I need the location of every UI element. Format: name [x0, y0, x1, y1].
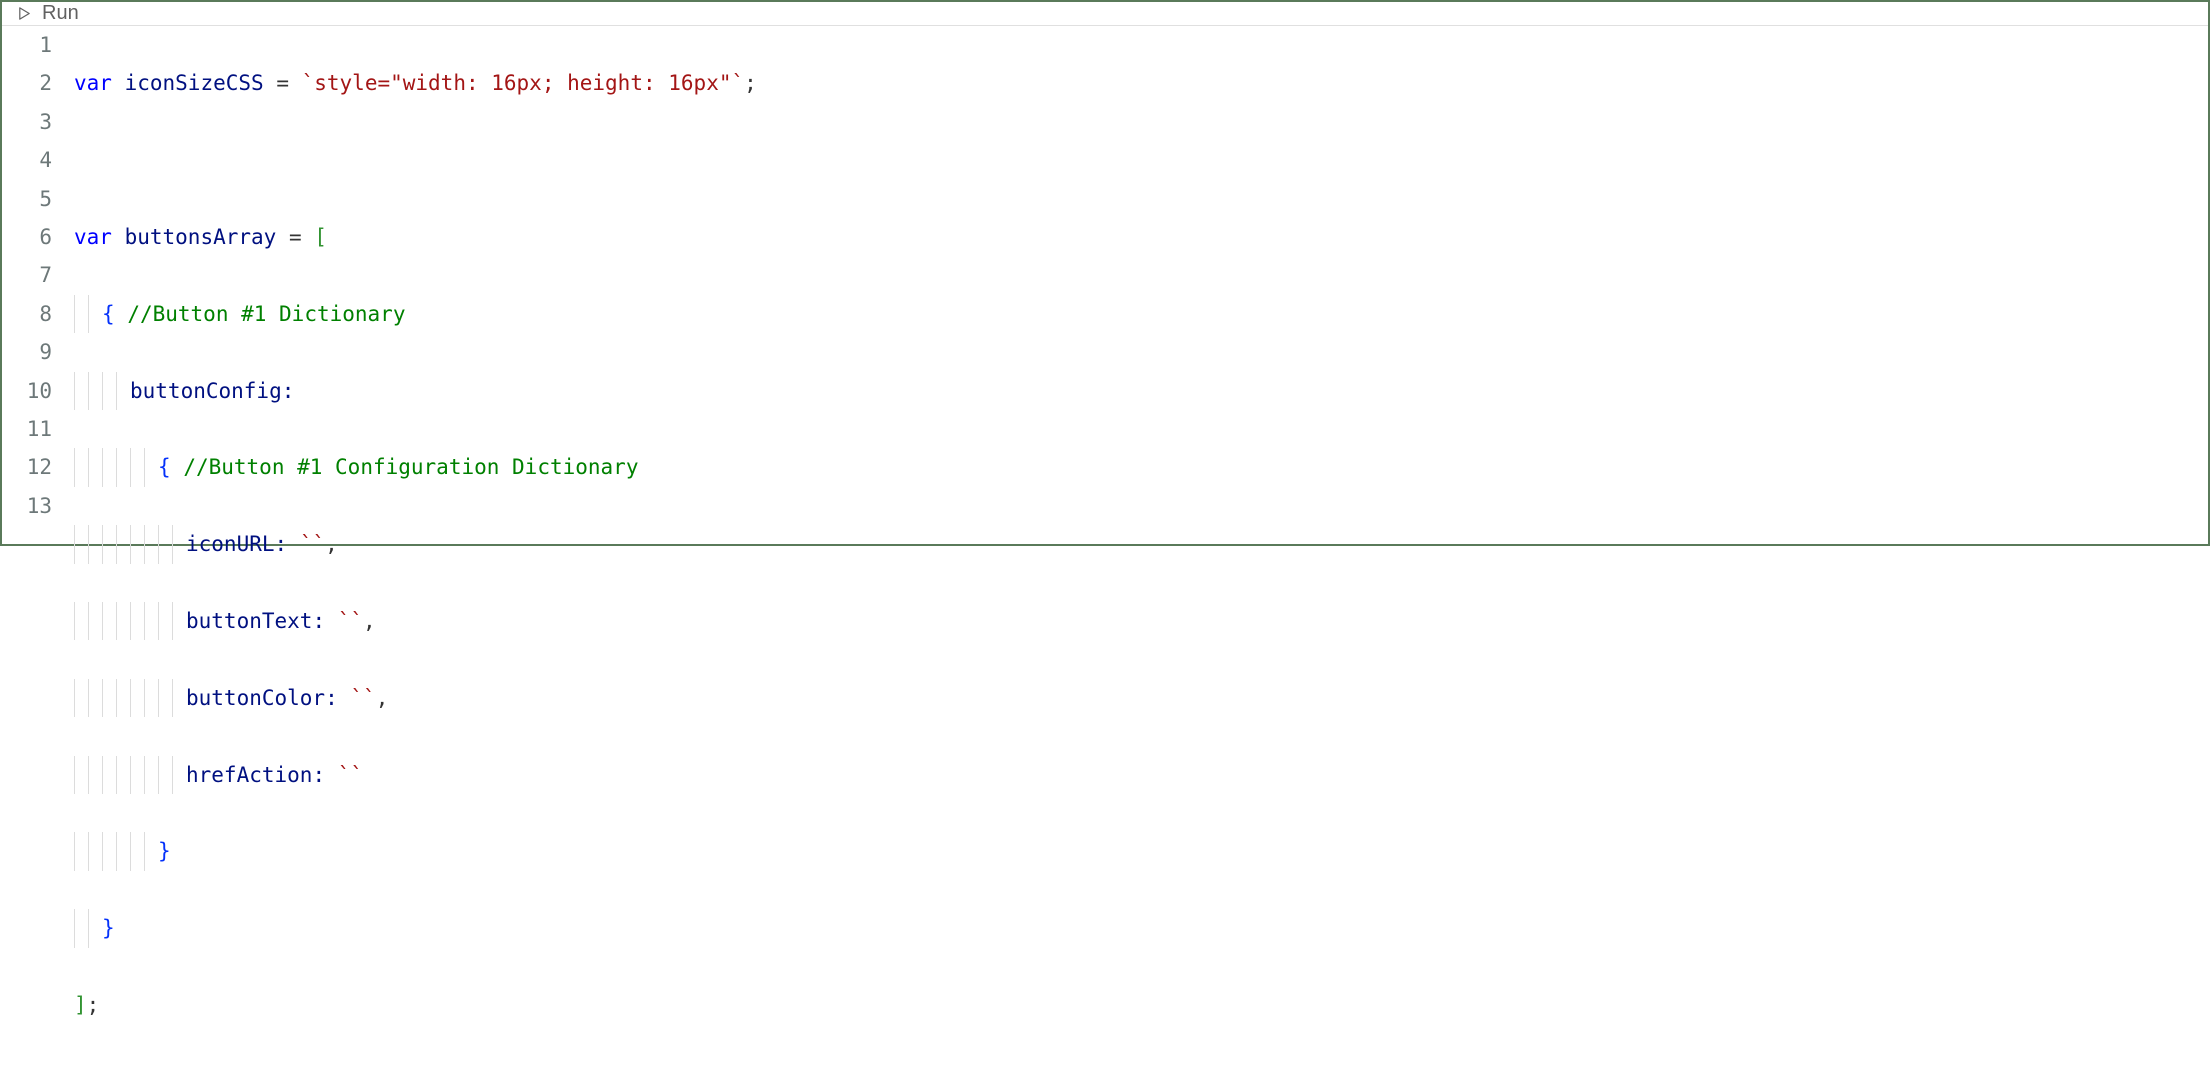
punct: : [312, 609, 325, 633]
brace: } [102, 916, 115, 940]
line-number: 8 [2, 295, 52, 333]
property: buttonText [186, 609, 312, 633]
punct: : [282, 379, 295, 403]
brace: { [102, 302, 115, 326]
line-number: 1 [2, 26, 52, 64]
code-line[interactable]: } [74, 832, 2208, 870]
property: hrefAction [186, 763, 312, 787]
property: buttonConfig [130, 379, 282, 403]
comment: //Button #1 Configuration Dictionary [183, 455, 638, 479]
line-number: 3 [2, 103, 52, 141]
code-line[interactable]: hrefAction: `` [74, 756, 2208, 794]
keyword: var [74, 71, 112, 95]
code-editor[interactable]: 1 2 3 4 5 6 7 8 9 10 11 12 13 var iconSi… [2, 26, 2208, 1092]
keyword: var [74, 225, 112, 249]
comment: //Button #1 Dictionary [127, 302, 405, 326]
code-cell: Run 1 2 3 4 5 6 7 8 9 10 11 12 13 var ic… [0, 0, 2210, 546]
code-line[interactable] [74, 141, 2208, 179]
property: buttonColor [186, 686, 325, 710]
identifier: buttonsArray [125, 225, 277, 249]
code-line[interactable]: ]; [74, 986, 2208, 1024]
template-string: `` [338, 763, 363, 787]
line-number: 5 [2, 180, 52, 218]
property: iconURL [186, 532, 275, 556]
line-number: 6 [2, 218, 52, 256]
code-area[interactable]: var iconSizeCSS = `style="width: 16px; h… [74, 26, 2208, 1092]
punct: : [275, 532, 288, 556]
run-button-label[interactable]: Run [42, 2, 79, 25]
punct: : [312, 763, 325, 787]
bracket: ] [74, 993, 87, 1017]
punct: : [325, 686, 338, 710]
punct: , [363, 609, 376, 633]
template-string: `` [350, 686, 375, 710]
play-icon[interactable] [16, 6, 32, 22]
line-number: 9 [2, 333, 52, 371]
brace: { [158, 455, 171, 479]
bracket: [ [314, 225, 327, 249]
code-line[interactable]: { //Button #1 Configuration Dictionary [74, 448, 2208, 486]
line-number-gutter: 1 2 3 4 5 6 7 8 9 10 11 12 13 [2, 26, 74, 1092]
code-line[interactable]: iconURL: ``, [74, 525, 2208, 563]
line-number: 7 [2, 256, 52, 294]
code-line[interactable]: buttonText: ``, [74, 602, 2208, 640]
code-line[interactable]: buttonConfig: [74, 372, 2208, 410]
template-string: `style="width: 16px; height: 16px"` [302, 71, 745, 95]
line-number: 10 [2, 372, 52, 410]
punct: ; [87, 993, 100, 1017]
code-line[interactable]: var buttonsArray = [ [74, 218, 2208, 256]
punct: , [376, 686, 389, 710]
line-number: 4 [2, 141, 52, 179]
operator: = [276, 225, 314, 249]
line-number: 13 [2, 487, 52, 525]
line-number: 11 [2, 410, 52, 448]
identifier: iconSizeCSS [125, 71, 264, 95]
template-string: `` [300, 532, 325, 556]
line-number: 12 [2, 448, 52, 486]
code-line[interactable]: { //Button #1 Dictionary [74, 295, 2208, 333]
code-line[interactable]: } [74, 909, 2208, 947]
punct: , [325, 532, 338, 556]
template-string: `` [338, 609, 363, 633]
cell-toolbar: Run [2, 2, 2208, 26]
code-line[interactable]: var iconSizeCSS = `style="width: 16px; h… [74, 64, 2208, 102]
brace: } [158, 839, 171, 863]
operator: = [264, 71, 302, 95]
punct: ; [744, 71, 757, 95]
code-line[interactable]: buttonColor: ``, [74, 679, 2208, 717]
line-number: 2 [2, 64, 52, 102]
